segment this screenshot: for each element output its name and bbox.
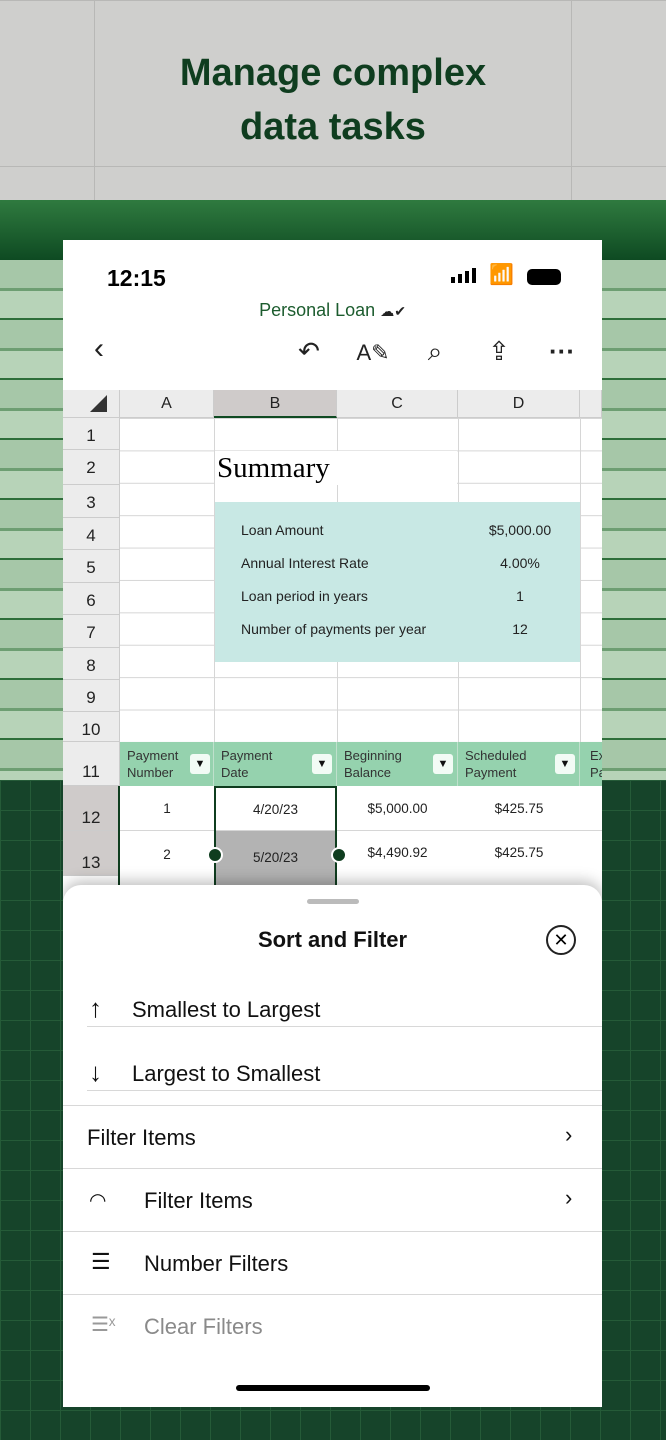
column-header-d[interactable]: D [458, 390, 580, 418]
table-header-scheduled-payment[interactable]: Scheduled Payment ▼ [458, 742, 580, 786]
status-time: 12:15 [107, 265, 166, 291]
table-header-extra[interactable]: Ex Pa [580, 742, 602, 786]
summary-label: Annual Interest Rate [241, 555, 369, 571]
summary-title[interactable]: Summary [215, 451, 457, 485]
header-line: Pa [590, 765, 602, 780]
document-title-text: Personal Loan [259, 300, 376, 320]
table-header-beginning-balance[interactable]: Beginning Balance ▼ [337, 742, 458, 786]
wifi-icon: 📶 [489, 264, 514, 286]
summary-label: Number of payments per year [241, 621, 427, 637]
summary-label: Loan Amount [241, 522, 324, 538]
table-header-payment-number[interactable]: Payment Number ▼ [120, 742, 214, 786]
sort-ascending-item[interactable]: ↑ Smallest to Largest [87, 985, 602, 1027]
column-header-b[interactable]: B [214, 390, 337, 418]
table-cell[interactable]: 2 [120, 847, 214, 862]
filter-dropdown-icon[interactable]: ▼ [433, 754, 453, 774]
selection-range[interactable] [214, 786, 337, 886]
row-header[interactable]: 1 [63, 418, 120, 450]
search-icon[interactable]: ⌕ [417, 336, 453, 368]
clear-filters-label: Clear Filters [144, 1314, 263, 1339]
chevron-right-icon: › [565, 1122, 573, 1147]
signal-icon [451, 268, 476, 283]
more-icon[interactable]: ··· [544, 336, 580, 367]
row-header[interactable]: 3 [63, 485, 120, 518]
row-header[interactable]: 4 [63, 518, 120, 550]
headline-line: Manage complex [179, 52, 487, 94]
summary-value: 1 [516, 588, 524, 604]
column-header-a[interactable]: A [120, 390, 214, 418]
row-header[interactable]: 8 [63, 648, 120, 680]
summary-value: 4.00% [500, 555, 540, 571]
filter-dropdown-icon[interactable]: ▼ [190, 754, 210, 774]
clear-filters-row[interactable]: ☰ˣ Clear Filters [63, 1295, 602, 1357]
clear-filter-icon: ☰ˣ [91, 1314, 116, 1336]
arrow-down-icon: ↓ [89, 1057, 102, 1087]
row-header[interactable]: 6 [63, 583, 120, 615]
eye-icon: ◠ [89, 1190, 107, 1212]
header-line: Ex [590, 748, 602, 763]
headline-line: data tasks [240, 106, 426, 148]
row-header[interactable]: 5 [63, 550, 120, 583]
summary-label: Loan period in years [241, 588, 368, 604]
table-cell[interactable]: 4/20/23 [214, 802, 337, 817]
column-header-c[interactable]: C [337, 390, 458, 418]
chevron-right-icon: › [565, 1185, 573, 1210]
table-cell[interactable]: $425.75 [458, 801, 580, 816]
select-all-corner[interactable] [63, 390, 120, 418]
table-header-payment-date[interactable]: Payment Date ▼ [214, 742, 337, 786]
filter-dropdown-icon[interactable]: ▼ [312, 754, 332, 774]
summary-value: 12 [512, 621, 528, 637]
row-header[interactable]: 11 [63, 742, 120, 786]
sort-ascending-label: Smallest to Largest [132, 997, 321, 1022]
table-cell[interactable]: $5,000.00 [337, 801, 458, 816]
number-filters-label: Number Filters [144, 1251, 289, 1276]
column-header-e[interactable] [580, 390, 602, 418]
arrow-up-icon: ↑ [89, 993, 102, 1023]
table-cell[interactable]: $4,490.92 [337, 845, 458, 860]
battery-icon [527, 269, 561, 285]
row-header[interactable]: 10 [63, 712, 120, 742]
filter-dropdown-icon[interactable]: ▼ [555, 754, 575, 774]
table-cell[interactable]: 5/20/23 [214, 850, 337, 865]
filter-items-row[interactable]: Filter Items › [63, 1106, 602, 1168]
row-header[interactable]: 2 [63, 450, 120, 485]
sort-filter-sheet: Sort and Filter ✕ ↑ Smallest to Largest … [63, 885, 602, 1407]
headline: Manage complex data tasks [0, 46, 666, 154]
cloud-synced-icon: ☁✔ [380, 303, 406, 319]
filter-items-label: Filter Items [87, 1125, 196, 1150]
sheet-title: Sort and Filter [257, 927, 408, 952]
sheet-grabber[interactable] [307, 899, 359, 904]
phone-screen: 12:15 📶 Personal Loan ☁✔ ‹ ↶ A✎ ⌕ ⇪ ··· … [63, 240, 602, 1407]
back-icon[interactable]: ‹ [81, 332, 117, 366]
sort-descending-item[interactable]: ↓ Largest to Smallest [87, 1049, 602, 1091]
document-title[interactable]: Personal Loan ☁✔ [63, 300, 602, 321]
filter-items-visible-row[interactable]: ◠ Filter Items › [63, 1169, 602, 1231]
sort-descending-label: Largest to Smallest [132, 1061, 321, 1086]
filter-lines-icon: ☰ [91, 1249, 111, 1274]
summary-value: $5,000.00 [488, 522, 552, 538]
undo-icon[interactable]: ↶ [291, 336, 327, 367]
data-rows [120, 786, 602, 876]
row-header[interactable]: 13 [63, 831, 120, 876]
draw-icon[interactable]: A✎ [355, 340, 391, 366]
row-header[interactable]: 9 [63, 680, 120, 712]
table-cell[interactable]: 1 [120, 801, 214, 816]
row-header[interactable]: 12 [63, 786, 120, 831]
share-icon[interactable]: ⇪ [481, 336, 517, 367]
number-filters-row[interactable]: ☰ Number Filters [63, 1232, 602, 1294]
table-cell[interactable]: $425.75 [458, 845, 580, 860]
home-indicator [236, 1385, 430, 1391]
row-header[interactable]: 7 [63, 615, 120, 648]
close-icon[interactable]: ✕ [546, 925, 576, 955]
filter-items-label: Filter Items [144, 1188, 253, 1213]
